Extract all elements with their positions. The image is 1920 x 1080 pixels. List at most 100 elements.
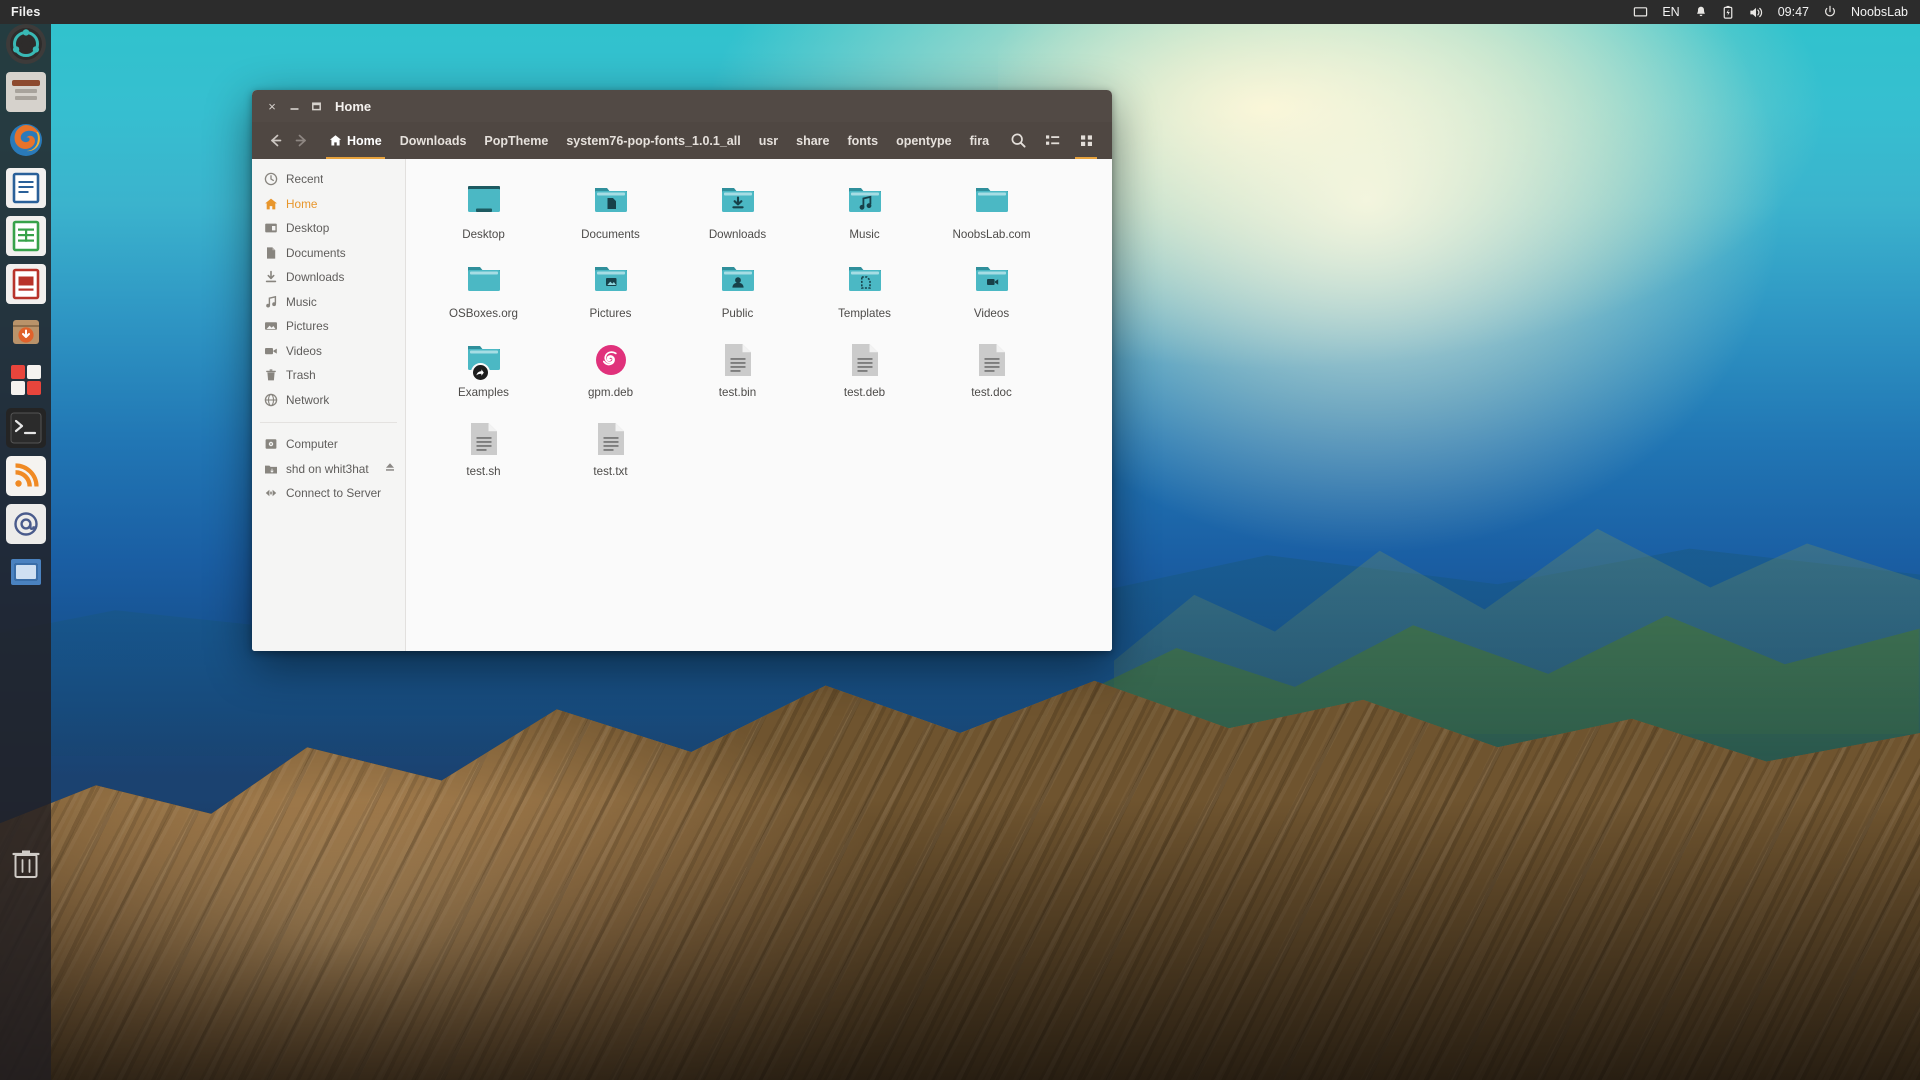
trash-icon[interactable]	[6, 844, 46, 884]
breadcrumb-item-share[interactable]: share	[787, 122, 838, 159]
file-item-templates[interactable]: Templates	[801, 252, 928, 324]
window-maximize-button[interactable]	[305, 95, 327, 117]
breadcrumb-label: share	[796, 133, 830, 148]
file-item-osboxes[interactable]: OSBoxes.org	[420, 252, 547, 324]
sidebar-item-label: Trash	[286, 368, 316, 383]
file-item-documents[interactable]: Documents	[547, 173, 674, 245]
file-item-public[interactable]: Public	[674, 252, 801, 324]
file-item-gpm-deb[interactable]: gpm.deb	[547, 331, 674, 403]
eject-icon[interactable]	[384, 461, 396, 476]
back-arrow-icon[interactable]	[262, 128, 288, 154]
file-name: test.bin	[718, 386, 757, 399]
workspace-switcher-icon[interactable]	[6, 552, 46, 592]
file-item-test-deb[interactable]: test.deb	[801, 331, 928, 403]
file-list-view[interactable]: Desktop Documents Downloads Music NoobsL…	[406, 159, 1112, 651]
file-item-test-bin[interactable]: test.bin	[674, 331, 801, 403]
panel-username[interactable]: NoobsLab	[1851, 6, 1908, 19]
file-grid: Desktop Documents Downloads Music NoobsL…	[406, 173, 1112, 482]
display-icon[interactable]	[1633, 5, 1648, 20]
folder-music-icon	[845, 179, 885, 221]
file-item-videos[interactable]: Videos	[928, 252, 1055, 324]
keyboard-layout-indicator[interactable]: EN	[1662, 6, 1679, 19]
window-minimize-button[interactable]	[283, 95, 305, 117]
volume-icon[interactable]	[1748, 5, 1764, 20]
home-icon	[329, 134, 342, 147]
search-icon[interactable]	[1004, 122, 1032, 159]
libreoffice-writer-icon[interactable]	[6, 168, 46, 208]
sidebar-item-shd-on-whit3hat[interactable]: shd on whit3hat	[252, 457, 405, 482]
breadcrumb-item-usr[interactable]: usr	[750, 122, 787, 159]
sidebar-item-music[interactable]: Music	[252, 290, 405, 315]
panel-app-name[interactable]: Files	[11, 5, 41, 19]
battery-icon[interactable]	[1722, 5, 1734, 20]
system-settings-icon[interactable]	[6, 360, 46, 400]
file-deb-icon	[592, 337, 630, 379]
file-item-downloads[interactable]: Downloads	[674, 173, 801, 245]
breadcrumb-item-home[interactable]: Home	[320, 122, 391, 159]
libreoffice-impress-icon[interactable]	[6, 264, 46, 304]
image-icon	[263, 319, 278, 334]
breadcrumb-item-fonts[interactable]: fonts	[839, 122, 888, 159]
files-icon[interactable]	[6, 72, 46, 112]
folder-plain-icon	[464, 258, 504, 300]
file-item-test-txt[interactable]: test.txt	[547, 410, 674, 482]
breadcrumb-item-poptheme[interactable]: PopTheme	[475, 122, 557, 159]
libreoffice-calc-icon[interactable]	[6, 216, 46, 256]
breadcrumb-item-system76-pop-fonts[interactable]: system76-pop-fonts_1.0.1_all	[557, 122, 749, 159]
sidebar-item-label: Documents	[286, 245, 346, 260]
breadcrumb-item-fira[interactable]: fira	[961, 122, 998, 159]
sidebar-item-recent[interactable]: Recent	[252, 167, 405, 192]
notifications-icon[interactable]	[1694, 5, 1708, 20]
ubuntu-software-icon[interactable]	[6, 312, 46, 352]
breadcrumb-item-downloads[interactable]: Downloads	[391, 122, 476, 159]
sidebar-item-label: shd on whit3hat	[286, 461, 369, 476]
document-icon	[263, 245, 278, 260]
unity-launcher	[0, 24, 51, 1080]
wallpaper-rock-shadow	[0, 799, 1920, 1080]
sidebar-item-trash[interactable]: Trash	[252, 363, 405, 388]
file-item-examples[interactable]: Examples	[420, 331, 547, 403]
file-name: Pictures	[589, 307, 632, 320]
file-name: Public	[721, 307, 754, 320]
file-item-test-sh[interactable]: test.sh	[420, 410, 547, 482]
sidebar-item-downloads[interactable]: Downloads	[252, 265, 405, 290]
file-item-desktop[interactable]: Desktop	[420, 173, 547, 245]
folder-symlink-icon	[464, 337, 504, 382]
sidebar-item-documents[interactable]: Documents	[252, 241, 405, 266]
firefox-icon[interactable]	[6, 120, 46, 160]
sidebar-item-label: Home	[286, 196, 318, 211]
files-window: × Home Home Downloads PopTheme system76-…	[252, 90, 1112, 651]
file-text-icon	[468, 416, 500, 458]
rss-reader-icon[interactable]	[6, 456, 46, 496]
file-item-noobslab[interactable]: NoobsLab.com	[928, 173, 1055, 245]
folder-plain-icon	[972, 179, 1012, 221]
ubuntu-dash-icon[interactable]	[6, 24, 46, 64]
download-icon	[263, 270, 278, 285]
file-item-pictures[interactable]: Pictures	[547, 252, 674, 324]
breadcrumb-label: fira	[969, 133, 990, 148]
sidebar-item-desktop[interactable]: Desktop	[252, 216, 405, 241]
sidebar-item-pictures[interactable]: Pictures	[252, 314, 405, 339]
file-item-music[interactable]: Music	[801, 173, 928, 245]
globe-icon	[263, 392, 278, 407]
sidebar-item-network[interactable]: Network	[252, 388, 405, 413]
panel-clock[interactable]: 09:47	[1778, 6, 1809, 19]
file-item-test-doc[interactable]: test.doc	[928, 331, 1055, 403]
grid-view-icon[interactable]	[1072, 122, 1100, 159]
file-name: test.doc	[971, 386, 1012, 399]
sidebar-item-connect-to-server[interactable]: Connect to Server	[252, 481, 405, 506]
breadcrumb-label: Home	[347, 133, 382, 148]
list-view-icon[interactable]	[1038, 122, 1066, 159]
file-name: test.deb	[843, 386, 886, 399]
breadcrumb-label: Downloads	[399, 133, 467, 148]
file-name: gpm.deb	[587, 386, 634, 399]
forward-arrow-icon[interactable]	[288, 128, 314, 154]
sidebar-item-videos[interactable]: Videos	[252, 339, 405, 364]
breadcrumb-item-opentype[interactable]: opentype	[887, 122, 961, 159]
window-close-button[interactable]: ×	[261, 95, 283, 117]
power-icon[interactable]	[1823, 5, 1837, 19]
sidebar-item-home[interactable]: Home	[252, 192, 405, 217]
terminal-icon[interactable]	[6, 408, 46, 448]
sidebar-item-computer[interactable]: Computer	[252, 432, 405, 457]
email-icon[interactable]	[6, 504, 46, 544]
